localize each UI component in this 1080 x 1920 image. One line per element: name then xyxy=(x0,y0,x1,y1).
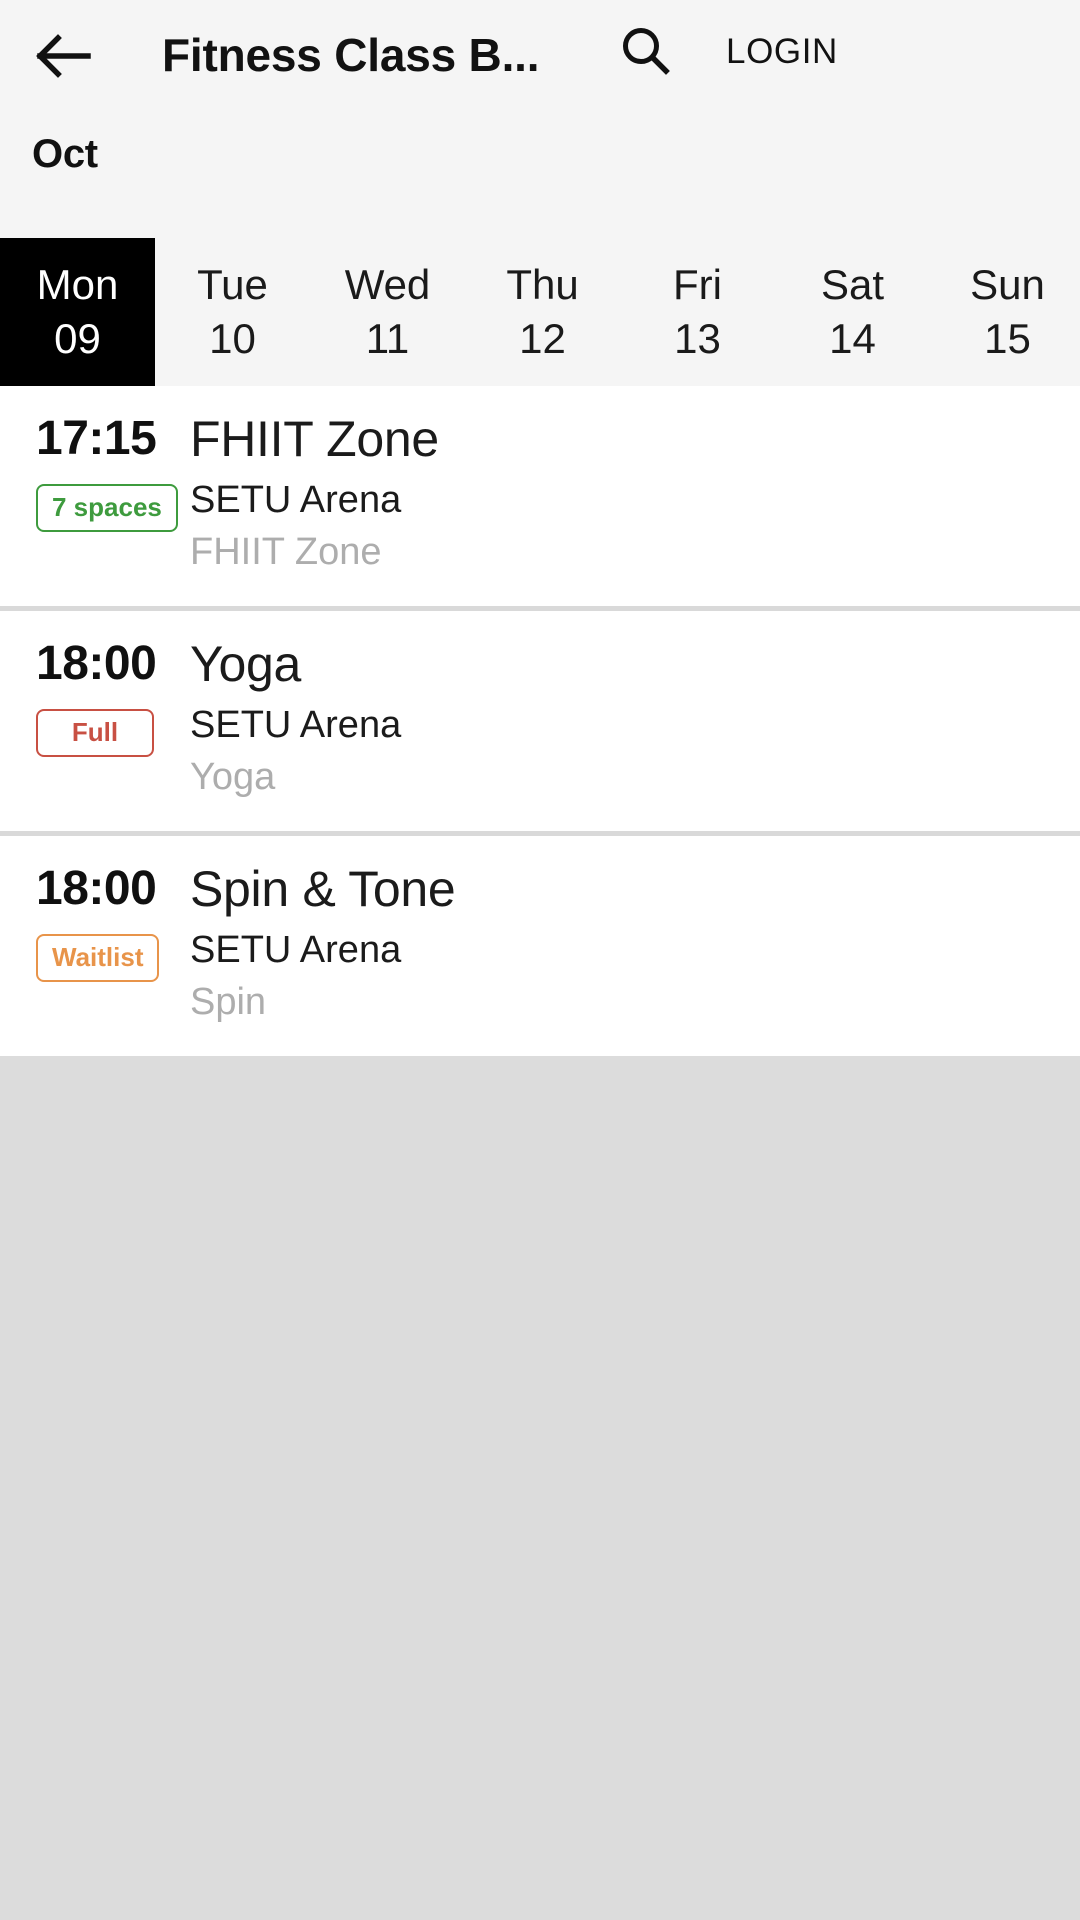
day-of-week-label: Fri xyxy=(673,261,722,308)
app-bar: Fitness Class B... LOGIN xyxy=(0,0,1080,112)
class-time-column: 17:15 7 spaces xyxy=(0,408,190,532)
day-of-week-label: Tue xyxy=(197,261,268,308)
class-venue: SETU Arena xyxy=(190,704,402,746)
class-list: 17:15 7 spaces FHIIT Zone SETU Arena FHIIT Z… xyxy=(0,386,1080,1056)
class-category: Spin xyxy=(190,981,267,1023)
search-icon xyxy=(618,24,674,80)
availability-badge: Full xyxy=(36,709,154,757)
app-root: Fitness Class B... LOGIN Oct Mon 09 Tue 10 W… xyxy=(0,0,1080,1920)
day-cell-thu[interactable]: Thu 12 xyxy=(465,238,620,386)
day-of-month-label: 13 xyxy=(674,315,721,362)
class-time-column: 18:00 Waitlist xyxy=(0,858,190,982)
day-cell-sat[interactable]: Sat 14 xyxy=(775,238,930,386)
class-row-inner: 18:00 Full Yoga SETU Arena Yoga xyxy=(0,633,1080,801)
day-of-month-label: 15 xyxy=(984,315,1031,362)
login-button[interactable]: LOGIN xyxy=(712,20,852,84)
class-detail-column: Yoga SETU Arena Yoga xyxy=(190,633,1080,801)
class-venue: SETU Arena xyxy=(190,479,402,521)
class-row[interactable]: 18:00 Waitlist Spin & Tone SETU Arena Spin xyxy=(0,831,1080,1056)
day-of-month-label: 14 xyxy=(829,315,876,362)
page-title: Fitness Class B... xyxy=(162,29,540,81)
class-name: Yoga xyxy=(190,636,301,692)
day-cell-sun[interactable]: Sun 15 xyxy=(930,238,1080,386)
class-time: 18:00 xyxy=(36,862,157,915)
class-time: 17:15 xyxy=(36,412,157,465)
date-strip: Oct Mon 09 Tue 10 Wed 11 Thu 12 Fri 13 Sat 14 Sun 15 xyxy=(0,112,1080,386)
day-selector: Mon 09 Tue 10 Wed 11 Thu 12 Fri 13 Sat 14 Sun 15 xyxy=(0,238,1080,386)
availability-badge: Waitlist xyxy=(36,934,160,982)
search-button[interactable] xyxy=(612,16,680,88)
day-cell-wed[interactable]: Wed 11 xyxy=(310,238,465,386)
day-of-week-label: Mon xyxy=(36,261,119,308)
day-cell-mon[interactable]: Mon 09 xyxy=(0,238,155,386)
class-row-inner: 17:15 7 spaces FHIIT Zone SETU Arena FHIIT Z… xyxy=(0,408,1080,576)
arrow-left-icon xyxy=(36,34,92,78)
day-of-week-label: Sat xyxy=(820,261,885,308)
class-venue: SETU Arena xyxy=(190,929,402,971)
day-of-week-label: Thu xyxy=(506,261,579,308)
class-time-column: 18:00 Full xyxy=(0,633,190,757)
day-of-month-label: 11 xyxy=(365,315,410,362)
day-cell-fri[interactable]: Fri 13 xyxy=(620,238,775,386)
class-time: 18:00 xyxy=(36,637,157,690)
class-row[interactable]: 17:15 7 spaces FHIIT Zone SETU Arena FHIIT Z… xyxy=(0,386,1080,606)
day-of-month-label: 09 xyxy=(54,315,101,362)
back-button[interactable] xyxy=(28,22,100,90)
class-name: Spin & Tone xyxy=(190,861,456,917)
empty-area xyxy=(0,1056,1080,1920)
class-row[interactable]: 18:00 Full Yoga SETU Arena Yoga xyxy=(0,606,1080,831)
class-name: FHIIT Zone xyxy=(190,411,439,467)
day-cell-tue[interactable]: Tue 10 xyxy=(155,238,310,386)
day-of-month-label: 12 xyxy=(519,315,566,362)
month-label: Oct xyxy=(32,132,98,176)
class-detail-column: FHIIT Zone SETU Arena FHIIT Zone xyxy=(190,408,1080,576)
class-category: FHIIT Zone xyxy=(190,531,382,573)
day-of-week-label: Wed xyxy=(344,261,431,308)
class-detail-column: Spin & Tone SETU Arena Spin xyxy=(190,858,1080,1026)
day-of-week-label: Sun xyxy=(970,261,1045,308)
class-category: Yoga xyxy=(190,756,276,798)
day-of-month-label: 10 xyxy=(209,315,256,362)
class-row-inner: 18:00 Waitlist Spin & Tone SETU Arena Spin xyxy=(0,858,1080,1026)
availability-badge: 7 spaces xyxy=(36,484,178,532)
